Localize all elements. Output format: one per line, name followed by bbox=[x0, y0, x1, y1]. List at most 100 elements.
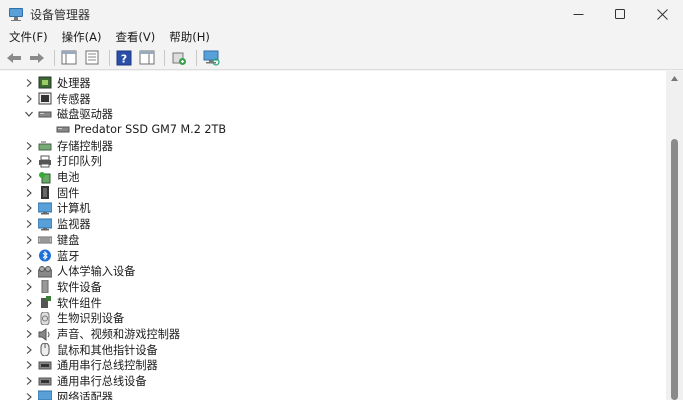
expand-toggle[interactable] bbox=[24, 376, 34, 386]
processor-icon bbox=[38, 76, 52, 89]
chevron-right-icon bbox=[26, 141, 32, 150]
biometric-icon bbox=[38, 311, 52, 326]
toolbar-separator bbox=[54, 49, 55, 66]
mouse-icon bbox=[38, 342, 52, 357]
tree-item-label: 软件设备 bbox=[57, 280, 102, 294]
keyboard-icon bbox=[37, 233, 53, 246]
disk-drive-icon bbox=[56, 123, 70, 136]
expand-toggle[interactable] bbox=[24, 298, 34, 308]
chevron-right-icon bbox=[26, 345, 32, 354]
tree-category-item[interactable]: 生物识别设备 bbox=[0, 311, 666, 327]
expand-toggle[interactable] bbox=[24, 156, 34, 166]
chevron-down-icon bbox=[25, 111, 33, 118]
tree-category-item[interactable]: 磁盘驱动器 bbox=[0, 106, 666, 122]
scan-hardware-button[interactable] bbox=[201, 48, 221, 68]
tree-category-item[interactable]: 固件 bbox=[0, 185, 666, 201]
firmware-icon bbox=[38, 186, 52, 200]
expand-toggle[interactable] bbox=[24, 392, 34, 400]
window-title: 设备管理器 bbox=[30, 7, 91, 22]
tree-category-item[interactable]: 电池 bbox=[0, 169, 666, 185]
help-icon: ? bbox=[116, 50, 132, 65]
expand-toggle[interactable] bbox=[24, 219, 34, 229]
maximize-button[interactable] bbox=[599, 0, 641, 28]
tree-category-item[interactable]: 监视器 bbox=[0, 216, 666, 232]
chevron-right-icon bbox=[26, 392, 32, 400]
expand-toggle[interactable] bbox=[24, 141, 34, 151]
chevron-right-icon bbox=[26, 173, 32, 181]
expand-toggle[interactable] bbox=[24, 282, 34, 292]
tree-item-label: 传感器 bbox=[57, 92, 91, 106]
properties-button[interactable] bbox=[82, 48, 102, 68]
tree-category-item[interactable]: 声音、视频和游戏控制器 bbox=[0, 326, 666, 342]
tree-category-item[interactable]: 网络适配器 bbox=[0, 389, 666, 400]
scroll-up-button[interactable] bbox=[666, 71, 683, 85]
tree-item-label: 存储控制器 bbox=[57, 139, 113, 153]
tree-item-label: 声音、视频和游戏控制器 bbox=[57, 328, 181, 342]
update-driver-icon bbox=[172, 52, 186, 65]
help-button[interactable]: ? bbox=[114, 48, 134, 68]
expand-toggle[interactable] bbox=[24, 329, 34, 339]
menu-bar: 文件(F) 操作(A) 查看(V) 帮助(H) bbox=[0, 28, 683, 46]
tree-category-item[interactable]: 人体学输入设备 bbox=[0, 263, 666, 279]
tree-category-item[interactable]: 计算机 bbox=[0, 201, 666, 217]
menu-help[interactable]: 帮助(H) bbox=[162, 28, 217, 46]
update-driver-button[interactable] bbox=[169, 48, 189, 68]
collapse-toggle[interactable] bbox=[24, 109, 34, 119]
computer-icon bbox=[37, 202, 53, 215]
expand-toggle[interactable] bbox=[24, 266, 34, 276]
tree-category-item[interactable]: 传感器 bbox=[0, 91, 666, 107]
minimize-button[interactable] bbox=[557, 0, 599, 28]
chevron-right-icon bbox=[26, 330, 32, 338]
menu-file[interactable]: 文件(F) bbox=[0, 28, 55, 46]
tree-item-label: 人体学输入设备 bbox=[57, 265, 136, 279]
vertical-scrollbar[interactable] bbox=[666, 71, 683, 400]
expand-toggle[interactable] bbox=[24, 345, 34, 355]
menu-view[interactable]: 查看(V) bbox=[108, 28, 162, 46]
chevron-right-icon bbox=[26, 220, 32, 229]
chevron-right-icon bbox=[26, 283, 32, 291]
tree-child-item[interactable]: Predator SSD GM7 M.2 2TB bbox=[0, 122, 666, 138]
tree-category-item[interactable]: 打印队列 bbox=[0, 154, 666, 170]
tree-item-label: 计算机 bbox=[57, 202, 91, 216]
storage-controller-icon bbox=[38, 139, 52, 152]
hid-icon bbox=[37, 265, 53, 278]
expand-toggle[interactable] bbox=[24, 172, 34, 182]
tree-category-item[interactable]: 软件设备 bbox=[0, 279, 666, 295]
maximize-icon bbox=[614, 8, 625, 19]
expand-toggle[interactable] bbox=[24, 313, 34, 323]
back-button[interactable] bbox=[4, 48, 24, 68]
scrollbar-thumb[interactable] bbox=[671, 139, 678, 400]
tree-category-item[interactable]: 通用串行总线控制器 bbox=[0, 358, 666, 374]
menu-action[interactable]: 操作(A) bbox=[55, 28, 109, 46]
tree-item-label: 鼠标和其他指针设备 bbox=[57, 343, 158, 357]
show-hide-console-tree-button[interactable] bbox=[59, 48, 79, 68]
chevron-right-icon bbox=[26, 204, 32, 213]
tree-category-item[interactable]: 蓝牙 bbox=[0, 248, 666, 264]
show-hide-console-tree-icon bbox=[61, 50, 77, 65]
action-pane-button[interactable] bbox=[137, 48, 157, 68]
tree-category-item[interactable]: 通用串行总线设备 bbox=[0, 373, 666, 389]
software-device-icon bbox=[38, 279, 52, 294]
expand-toggle[interactable] bbox=[24, 251, 34, 261]
tree-category-item[interactable]: 存储控制器 bbox=[0, 138, 666, 154]
close-button[interactable] bbox=[641, 0, 683, 28]
expand-toggle[interactable] bbox=[24, 94, 34, 104]
expand-toggle[interactable] bbox=[24, 235, 34, 245]
chevron-right-icon bbox=[26, 235, 32, 244]
tree-category-item[interactable]: 处理器 bbox=[0, 75, 666, 91]
tree-item-label: 打印队列 bbox=[57, 155, 102, 169]
tree-item-label: 监视器 bbox=[57, 218, 91, 232]
expand-toggle[interactable] bbox=[24, 78, 34, 88]
close-icon bbox=[656, 8, 668, 20]
tree-category-item[interactable]: 键盘 bbox=[0, 232, 666, 248]
expand-toggle[interactable] bbox=[24, 360, 34, 370]
tree-category-item[interactable]: 鼠标和其他指针设备 bbox=[0, 342, 666, 358]
tree-category-item[interactable]: 软件组件 bbox=[0, 295, 666, 311]
sensor-icon bbox=[38, 92, 52, 105]
svg-text:?: ? bbox=[121, 52, 127, 65]
forward-button[interactable] bbox=[27, 48, 47, 68]
expand-toggle[interactable] bbox=[24, 203, 34, 213]
tree-item-label: 电池 bbox=[57, 171, 80, 185]
expand-toggle[interactable] bbox=[24, 188, 34, 198]
software-component-icon bbox=[38, 296, 52, 309]
